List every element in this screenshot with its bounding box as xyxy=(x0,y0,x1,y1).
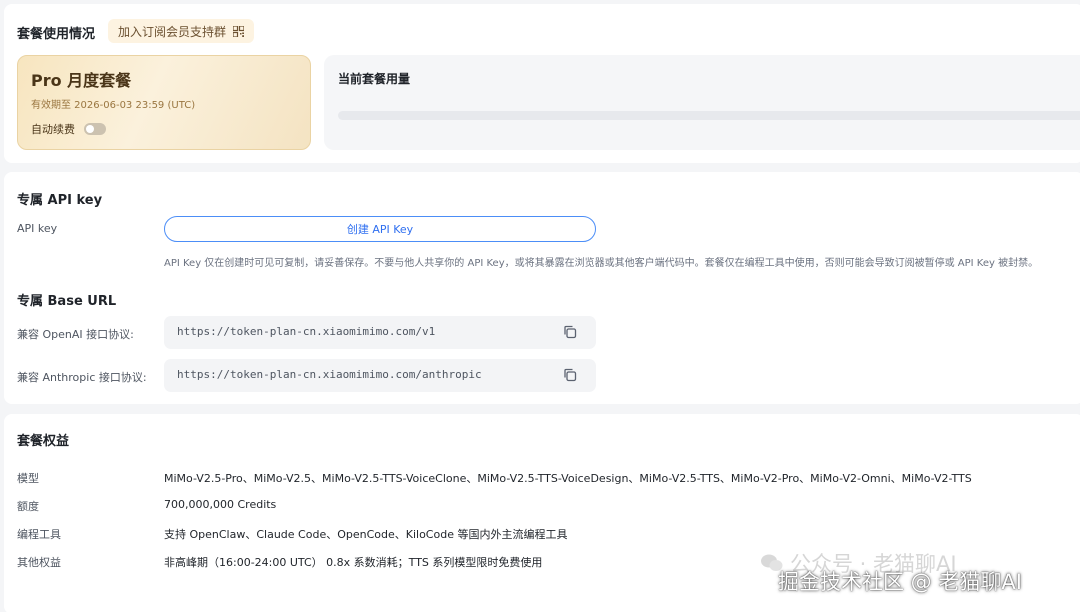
pro-plan-panel: Pro 月度套餐 有效期至 2026-06-03 23:59 (UTC) 自动续… xyxy=(17,55,311,150)
openai-url-text: https://token-plan-cn.xiaomimimo.com/v1 xyxy=(177,325,436,338)
toggle-knob xyxy=(86,125,94,133)
watermark-juejin: 掘金技术社区 @ 老猫聊AI xyxy=(778,570,1022,594)
benefit-label-other: 其他权益 xyxy=(17,556,61,569)
benefit-value-models: MiMo-V2.5-Pro、MiMo-V2.5、MiMo-V2.5-TTS-Vo… xyxy=(164,472,972,485)
qr-code-icon xyxy=(233,25,245,37)
benefit-value-quota: 700,000,000 Credits xyxy=(164,498,277,511)
copy-icon[interactable] xyxy=(562,324,578,340)
anthropic-protocol-label: 兼容 Anthropic 接口协议: xyxy=(17,371,147,384)
plan-section-title: 套餐使用情况 xyxy=(17,27,96,42)
create-api-key-button[interactable]: 创建 API Key xyxy=(164,216,596,242)
anthropic-url-text: https://token-plan-cn.xiaomimimo.com/ant… xyxy=(177,368,482,381)
api-key-section-title: 专属 API key xyxy=(17,193,103,208)
usage-progress-bar xyxy=(338,111,1080,120)
auto-renew-row: 自动续费 xyxy=(31,121,106,137)
plan-usage-card: 套餐使用情况 加入订阅会员支持群 Pro 月度套餐 有效期至 2026-06-0… xyxy=(4,4,1080,163)
plan-valid-until: 有效期至 2026-06-03 23:59 (UTC) xyxy=(31,100,196,111)
openai-url-field: https://token-plan-cn.xiaomimimo.com/v1 xyxy=(164,316,596,349)
base-url-section-title: 专属 Base URL xyxy=(17,294,117,309)
usage-panel: 当前套餐用量 xyxy=(324,55,1080,150)
api-key-label: API key xyxy=(17,222,58,235)
join-button-label: 加入订阅会员支持群 xyxy=(118,24,227,39)
benefit-label-quota: 额度 xyxy=(17,500,39,513)
auto-renew-label: 自动续费 xyxy=(31,123,75,136)
plan-name: Pro 月度套餐 xyxy=(31,71,132,90)
anthropic-url-field: https://token-plan-cn.xiaomimimo.com/ant… xyxy=(164,359,596,392)
usage-title: 当前套餐用量 xyxy=(338,72,411,86)
api-config-card: 专属 API key API key 创建 API Key API Key 仅在… xyxy=(4,172,1080,404)
openai-protocol-label: 兼容 OpenAI 接口协议: xyxy=(17,328,134,341)
benefits-section-title: 套餐权益 xyxy=(17,434,70,449)
api-key-note: API Key 仅在创建时可见可复制，请妥善保存。不要与他人共享你的 API K… xyxy=(164,258,1039,269)
auto-renew-toggle[interactable] xyxy=(84,123,106,135)
benefit-value-other: 非高峰期（16:00-24:00 UTC） 0.8x 系数消耗；TTS 系列模型… xyxy=(164,556,543,569)
benefit-label-tools: 编程工具 xyxy=(17,528,61,541)
benefit-value-tools: 支持 OpenClaw、Claude Code、OpenCode、KiloCod… xyxy=(164,528,568,541)
join-member-group-button[interactable]: 加入订阅会员支持群 xyxy=(108,19,255,43)
benefit-label-models: 模型 xyxy=(17,472,39,485)
copy-icon[interactable] xyxy=(562,367,578,383)
